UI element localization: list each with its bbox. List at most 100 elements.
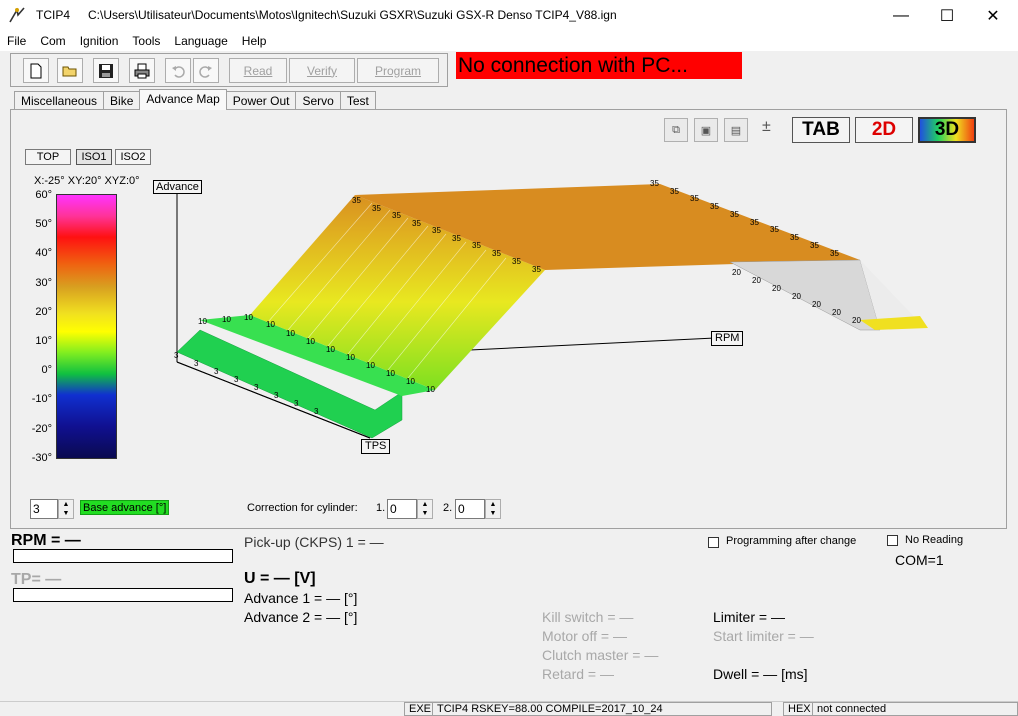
- surface-value-label: 3: [194, 359, 199, 368]
- surface-value-label: 35: [770, 225, 779, 234]
- save-file-button[interactable]: [93, 58, 119, 83]
- surface-value-label: 35: [690, 194, 699, 203]
- chevron-up-icon: ▲: [62, 501, 70, 508]
- maximize-button[interactable]: ☐: [924, 0, 970, 31]
- voltage-readout: U = — [V]: [244, 570, 316, 587]
- tab-test[interactable]: Test: [339, 91, 376, 110]
- program-button[interactable]: Program: [357, 58, 439, 83]
- surface-value-label: 20: [832, 308, 841, 317]
- surface-value-label: 35: [750, 218, 759, 227]
- surface-value-label: 35: [352, 196, 361, 205]
- surface-value-label: 3: [214, 367, 219, 376]
- clipboard-button[interactable]: ▤: [724, 118, 748, 142]
- map-selector-input[interactable]: 3: [30, 499, 58, 519]
- menu-tools[interactable]: Tools: [125, 34, 167, 48]
- title-bar: TCIP4 C:\Users\Utilisateur\Documents\Mot…: [0, 0, 1018, 31]
- programming-after-change-checkbox[interactable]: [708, 537, 719, 548]
- surface-value-label: 35: [492, 249, 501, 258]
- surface-value-label: 3: [294, 399, 299, 408]
- map-selector-stepper[interactable]: ▲ ▼: [58, 499, 74, 519]
- surface-value-label: 10: [366, 361, 375, 370]
- tab-bike[interactable]: Bike: [103, 91, 141, 110]
- surface-value-label: 35: [810, 241, 819, 250]
- redo-button[interactable]: [193, 58, 219, 83]
- cylinder-1-correction-input[interactable]: 0: [387, 499, 417, 519]
- surface-value-label: 35: [412, 219, 421, 228]
- menu-ignition[interactable]: Ignition: [73, 34, 126, 48]
- no-reading-checkbox[interactable]: [887, 535, 898, 546]
- statusbar-hex: HEX: [783, 702, 816, 716]
- view-iso2-button[interactable]: ISO2: [115, 149, 151, 165]
- tab-servo[interactable]: Servo: [295, 91, 341, 110]
- scale-label: -20°: [31, 423, 52, 435]
- menu-language[interactable]: Language: [167, 34, 234, 48]
- redo-arrow-icon: [199, 65, 212, 78]
- chevron-down-icon: ▼: [421, 510, 429, 517]
- scale-label: 0°: [41, 364, 52, 376]
- scale-label: 60°: [35, 189, 52, 201]
- surface-value-label: 3: [254, 383, 259, 392]
- rpm-readout: RPM = —: [11, 532, 81, 549]
- tab-miscellaneous[interactable]: Miscellaneous: [14, 91, 105, 110]
- paste-button[interactable]: ▣: [694, 118, 718, 142]
- close-button[interactable]: ✕: [970, 0, 1016, 31]
- surface-value-label: 35: [730, 210, 739, 219]
- toolbar: Read Verify Program: [10, 53, 448, 87]
- programming-after-change-label: Programming after change: [726, 535, 857, 547]
- surface-value-label: 10: [286, 329, 295, 338]
- surface-value-label: 35: [472, 241, 481, 250]
- surface-value-label: 35: [710, 202, 719, 211]
- surface-value-label: 10: [406, 377, 415, 386]
- window-file-path: C:\Users\Utilisateur\Documents\Motos\Ign…: [88, 8, 617, 22]
- cylinder-2-correction-input[interactable]: 0: [455, 499, 485, 519]
- surface-value-label: 35: [372, 204, 381, 213]
- 3d-view-button[interactable]: 3D: [918, 117, 976, 143]
- tab-power-out[interactable]: Power Out: [225, 91, 297, 110]
- menu-com[interactable]: Com: [33, 34, 72, 48]
- tab-strip: Miscellaneous Bike Advance Map Power Out…: [14, 89, 376, 110]
- cylinder-2-stepper[interactable]: ▲ ▼: [485, 499, 501, 519]
- surface-value-label: 35: [670, 187, 679, 196]
- surface-value-label: 35: [532, 265, 541, 274]
- printer-icon: [134, 63, 150, 78]
- view-iso1-button[interactable]: ISO1: [76, 149, 112, 165]
- table-view-button[interactable]: TAB: [792, 117, 850, 143]
- com-port-readout: COM=1: [895, 552, 944, 568]
- surface-value-label: 35: [432, 226, 441, 235]
- 2d-view-button[interactable]: 2D: [855, 117, 913, 143]
- chevron-down-icon: ▼: [62, 510, 70, 517]
- undo-button[interactable]: [165, 58, 191, 83]
- new-file-button[interactable]: [23, 58, 49, 83]
- open-file-button[interactable]: [57, 58, 83, 83]
- kill-switch-readout: Kill switch = —: [542, 609, 634, 625]
- print-button[interactable]: [129, 58, 155, 83]
- verify-button[interactable]: Verify: [289, 58, 355, 83]
- view-angles-readout: X:-25° XY:20° XYZ:0°: [34, 175, 140, 187]
- advance-axis-label: Advance: [153, 180, 202, 194]
- chevron-down-icon: ▼: [489, 510, 497, 517]
- tab-advance-map[interactable]: Advance Map: [139, 89, 227, 110]
- base-advance-label: Base advance [°]: [80, 500, 170, 515]
- statusbar-build-info: TCIP4 RSKEY=88.00 COMPILE=2017_10_24: [432, 702, 772, 716]
- menu-bar: File Com Ignition Tools Language Help: [0, 31, 1018, 51]
- surface-value-label: 35: [452, 234, 461, 243]
- view-top-button[interactable]: TOP: [25, 149, 71, 165]
- surface-value-label: 10: [326, 345, 335, 354]
- undo-arrow-icon: [172, 65, 185, 78]
- read-button[interactable]: Read: [229, 58, 287, 83]
- menu-help[interactable]: Help: [235, 34, 274, 48]
- open-folder-icon: [62, 66, 77, 76]
- copy-button[interactable]: ⧉: [664, 118, 688, 142]
- no-reading-label: No Reading: [905, 534, 964, 546]
- motor-off-readout: Motor off = —: [542, 628, 627, 644]
- menu-file[interactable]: File: [0, 34, 33, 48]
- surface-value-label: 10: [198, 317, 207, 326]
- copy-icon: ⧉: [672, 123, 680, 136]
- cylinder-1-stepper[interactable]: ▲ ▼: [417, 499, 433, 519]
- surface-value-label: 3: [174, 351, 179, 360]
- minimize-button[interactable]: —: [878, 0, 924, 31]
- adjust-icon[interactable]: ±: [762, 118, 778, 144]
- surface-value-label: 10: [222, 315, 231, 324]
- surface-value-label: 20: [752, 276, 761, 285]
- correction-label: Correction for cylinder:: [247, 502, 358, 514]
